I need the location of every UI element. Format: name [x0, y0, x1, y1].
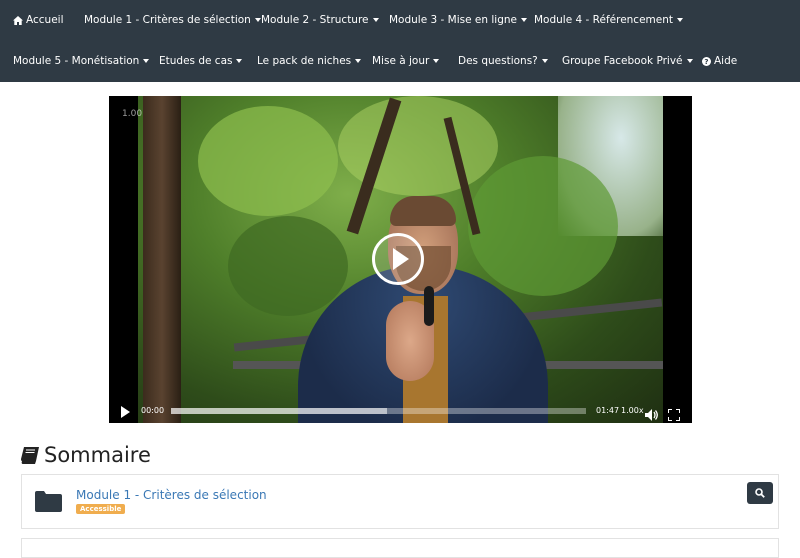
volume-icon[interactable] — [645, 406, 659, 421]
module-card: Module 1 - Critères de sélection Accessi… — [21, 474, 779, 529]
nav-module-2[interactable]: Module 2 - Structure — [261, 14, 379, 26]
speed-overlay: 1.00 — [122, 109, 143, 119]
caret-down-icon — [433, 59, 440, 63]
view-module-button[interactable] — [747, 482, 773, 504]
caret-down-icon — [677, 18, 683, 22]
summary-heading: Sommaire — [21, 443, 151, 467]
play-icon[interactable] — [121, 406, 130, 418]
playback-speed[interactable]: 1.00x — [621, 406, 644, 415]
nav-module-5[interactable]: Module 5 - Monétisation — [13, 55, 150, 67]
nav-module-3-label: Module 3 - Mise en ligne — [389, 14, 517, 26]
nav-pack-de-niches[interactable]: Le pack de niches — [257, 55, 362, 67]
nav-des-questions[interactable]: Des questions? — [458, 55, 548, 67]
home-icon — [13, 15, 23, 25]
caret-down-icon — [520, 18, 527, 22]
video-player[interactable]: 1.00 00:00 01:47 1.00x — [109, 96, 692, 423]
nav-module-4-label: Module 4 - Référencement — [534, 14, 673, 26]
nav-accueil[interactable]: Accueil — [13, 14, 64, 26]
svg-text:?: ? — [704, 57, 708, 66]
question-circle-icon: ? — [702, 56, 711, 66]
folder-icon — [35, 491, 62, 516]
caret-down-icon — [254, 18, 261, 22]
summary-title: Sommaire — [44, 443, 151, 467]
current-time: 00:00 — [141, 406, 165, 415]
duration: 01:47 — [596, 406, 620, 415]
nav-module-2-label: Module 2 - Structure — [261, 14, 369, 26]
nav-groupe-facebook-label: Groupe Facebook Privé — [562, 55, 683, 67]
book-icon — [21, 446, 39, 464]
nav-groupe-facebook[interactable]: Groupe Facebook Privé — [562, 55, 693, 67]
nav-des-questions-label: Des questions? — [458, 55, 538, 67]
nav-etudes-de-cas[interactable]: Etudes de cas — [159, 55, 243, 67]
nav-mise-a-jour-label: Mise à jour — [372, 55, 430, 67]
next-module-card — [21, 538, 779, 558]
nav-accueil-label: Accueil — [26, 14, 64, 26]
nav-module-5-label: Module 5 - Monétisation — [13, 55, 140, 67]
nav-mise-a-jour[interactable]: Mise à jour — [372, 55, 440, 67]
caret-down-icon — [355, 59, 362, 63]
module-link[interactable]: Module 1 - Critères de sélection — [76, 488, 267, 502]
nav-aide[interactable]: ? Aide — [702, 55, 737, 67]
buffer-fill — [171, 408, 387, 414]
nav-module-3[interactable]: Module 3 - Mise en ligne — [389, 14, 527, 26]
search-icon — [755, 488, 765, 498]
nav-module-1-label: Module 1 - Critères de sélection — [84, 14, 251, 26]
caret-down-icon — [143, 59, 150, 63]
fullscreen-icon[interactable] — [667, 406, 681, 422]
video-controls: 00:00 01:47 1.00x — [109, 400, 692, 423]
nav-module-1[interactable]: Module 1 - Critères de sélection — [84, 14, 261, 26]
big-play-button[interactable] — [372, 233, 424, 285]
nav-module-4[interactable]: Module 4 - Référencement — [534, 14, 683, 26]
caret-down-icon — [236, 59, 243, 63]
progress-bar[interactable] — [171, 408, 586, 414]
caret-down-icon — [372, 18, 379, 22]
caret-down-icon — [541, 59, 548, 63]
status-badge: Accessible — [76, 504, 126, 514]
nav-pack-de-niches-label: Le pack de niches — [257, 55, 352, 67]
nav-aide-label: Aide — [714, 55, 738, 67]
nav-etudes-de-cas-label: Etudes de cas — [159, 55, 233, 67]
caret-down-icon — [686, 59, 693, 63]
main-navbar: Accueil Module 1 - Critères de sélection… — [0, 0, 800, 82]
